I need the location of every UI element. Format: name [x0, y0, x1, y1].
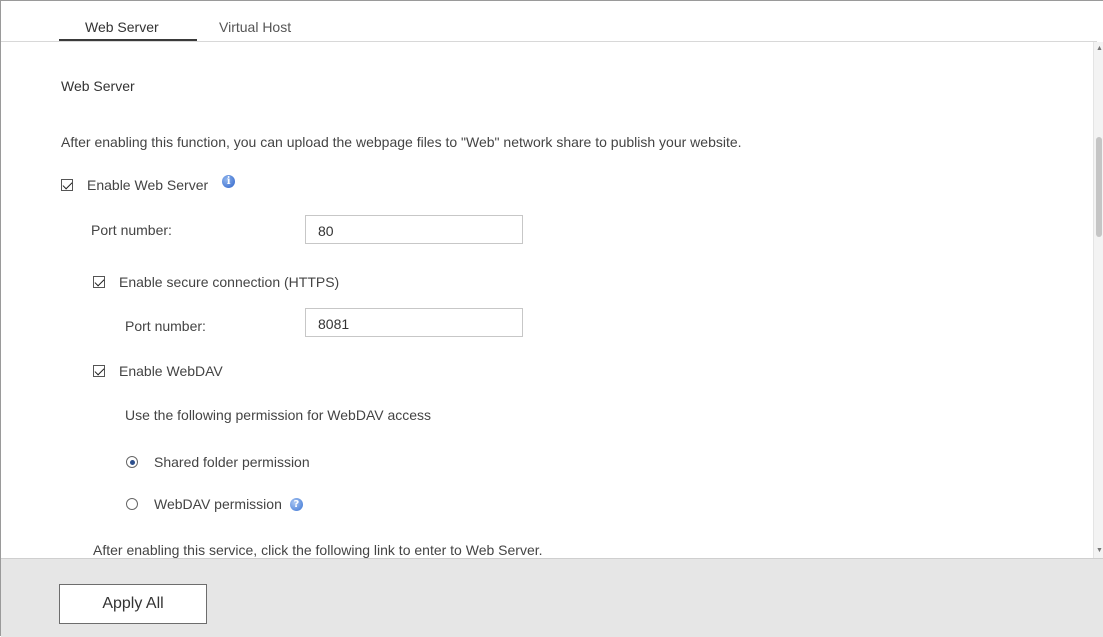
- shared-folder-permission-option[interactable]: Shared folder permission: [126, 454, 310, 470]
- apply-all-button[interactable]: Apply All: [59, 584, 207, 624]
- help-icon[interactable]: ?: [289, 497, 303, 511]
- shared-folder-permission-label: Shared folder permission: [154, 454, 310, 470]
- https-port-number-label: Port number:: [125, 318, 206, 334]
- webdav-permission-heading: Use the following permission for WebDAV …: [125, 407, 432, 423]
- webdav-permission-option[interactable]: WebDAV permission ?: [126, 496, 303, 512]
- port-number-input[interactable]: 80: [305, 215, 523, 244]
- enable-webdav-row: Enable WebDAV: [93, 363, 223, 379]
- enable-web-server-label: Enable Web Server: [87, 177, 209, 193]
- info-icon[interactable]: i: [222, 174, 236, 188]
- webdav-permission-label: WebDAV permission: [154, 496, 282, 512]
- enable-https-row: Enable secure connection (HTTPS): [93, 274, 339, 290]
- port-number-label: Port number:: [91, 222, 172, 238]
- shared-folder-permission-radio[interactable]: [126, 456, 138, 468]
- webdav-permission-radio[interactable]: [126, 498, 138, 510]
- tab-virtual-host[interactable]: Virtual Host: [219, 19, 291, 35]
- enable-web-server-checkbox[interactable]: [61, 179, 73, 191]
- tab-web-server[interactable]: Web Server: [85, 19, 159, 35]
- vertical-scrollbar[interactable]: ▲ ▼: [1093, 42, 1103, 558]
- description-text: After enabling this function, you can up…: [61, 134, 742, 150]
- scroll-down-arrow-icon[interactable]: ▼: [1095, 546, 1103, 556]
- https-port-number-input[interactable]: 8081: [305, 308, 523, 337]
- section-title: Web Server: [61, 78, 135, 94]
- enable-webdav-checkbox[interactable]: [93, 365, 105, 377]
- enable-webdav-label: Enable WebDAV: [119, 363, 223, 379]
- footer-bar: Apply All: [1, 558, 1103, 637]
- scrollbar-thumb[interactable]: [1096, 137, 1102, 237]
- tab-bar: Web Server Virtual Host: [1, 1, 1097, 42]
- enable-web-server-row: Enable Web Server i: [61, 174, 236, 193]
- settings-panel: Web Server After enabling this function,…: [1, 42, 1093, 558]
- enable-https-checkbox[interactable]: [93, 276, 105, 288]
- scroll-up-arrow-icon[interactable]: ▲: [1095, 44, 1103, 54]
- link-hint-text: After enabling this service, click the f…: [93, 542, 543, 558]
- enable-https-label: Enable secure connection (HTTPS): [119, 274, 340, 290]
- web-server-window: Web Server Virtual Host Web Server After…: [0, 0, 1103, 637]
